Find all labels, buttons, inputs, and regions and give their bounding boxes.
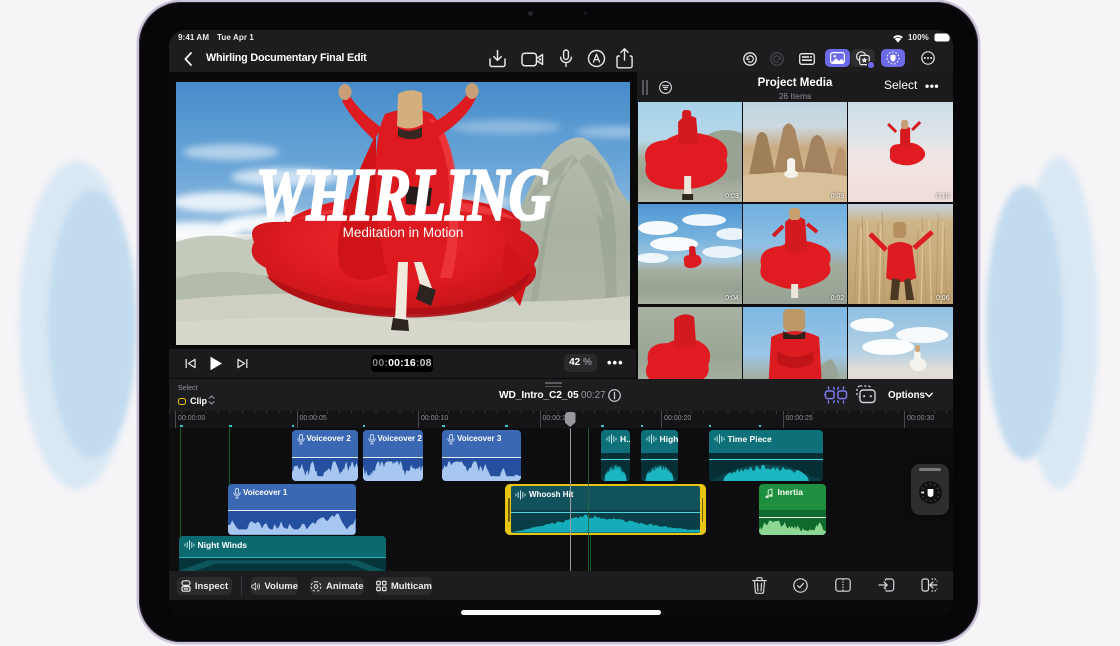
svg-text:Meditation in Motion: Meditation in Motion	[342, 225, 463, 240]
svg-text:WHIRLING: WHIRLING	[256, 155, 550, 236]
